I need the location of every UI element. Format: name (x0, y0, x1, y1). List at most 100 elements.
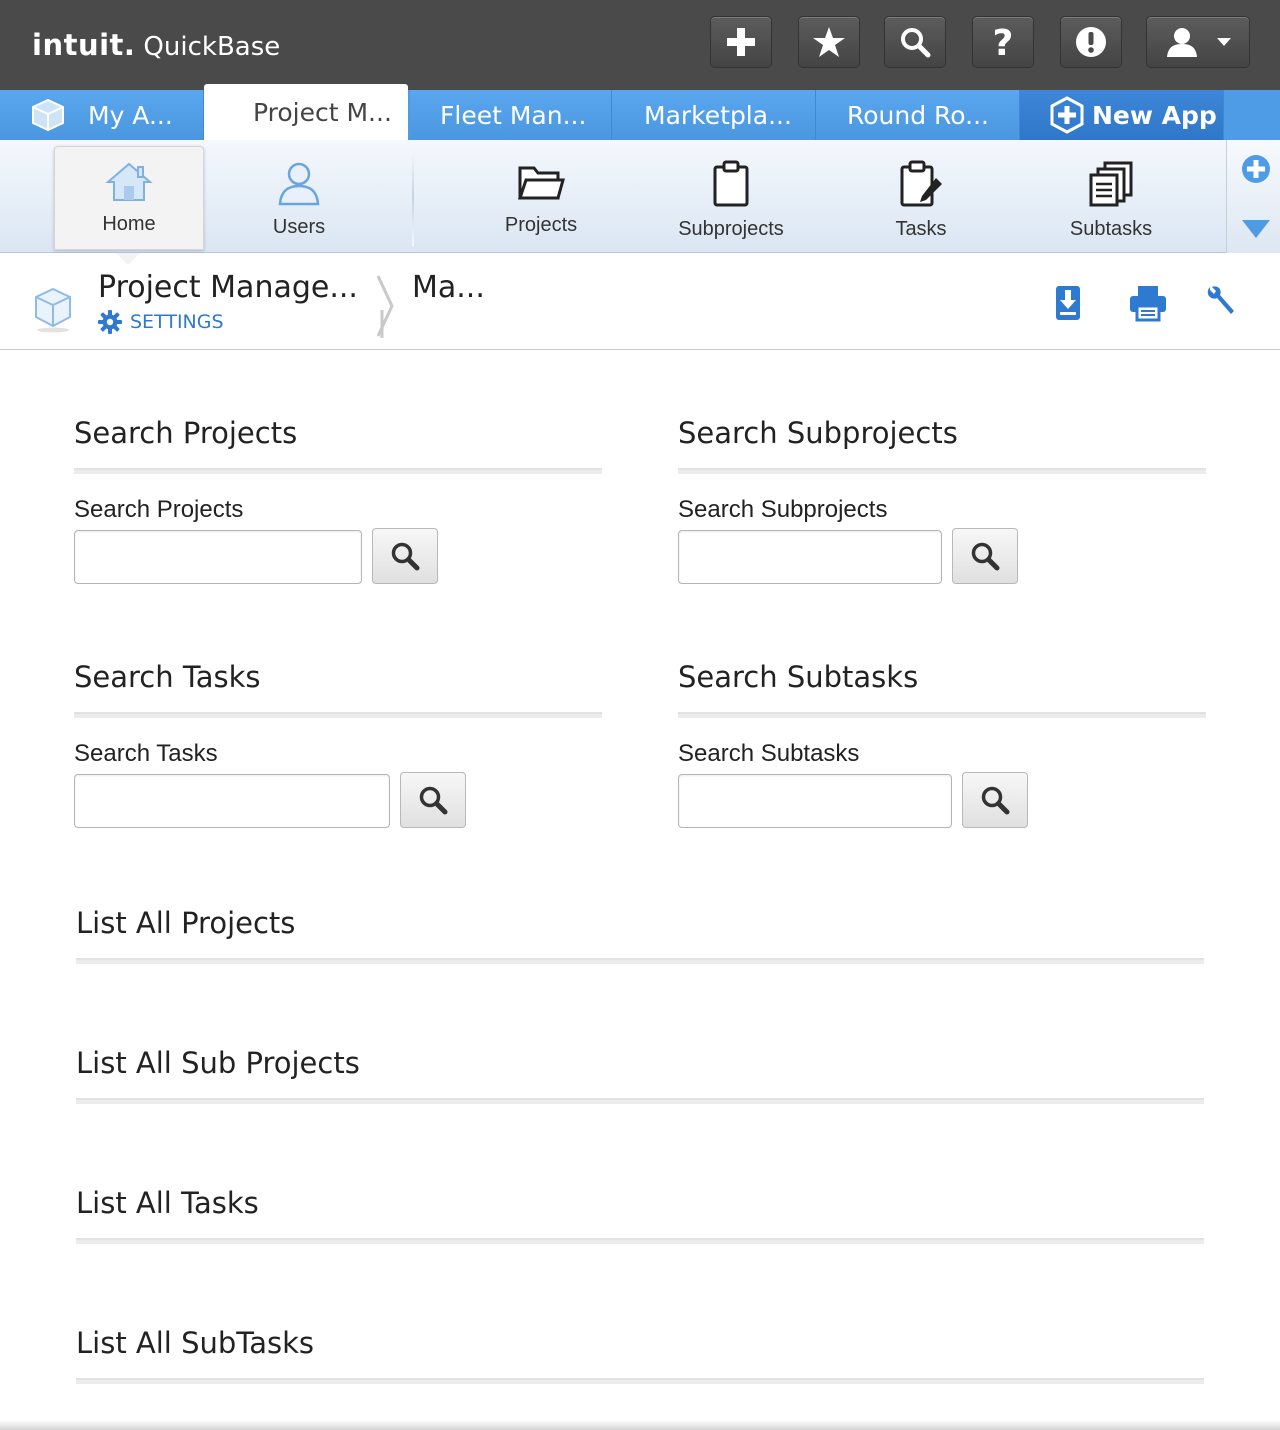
alerts-button[interactable] (1060, 16, 1122, 68)
tab-project-management[interactable]: Project M... (204, 84, 408, 140)
section-divider (678, 468, 1206, 474)
search-button[interactable] (884, 16, 946, 68)
more-tables-icon[interactable] (1242, 220, 1270, 238)
search-subprojects-label: Search Subprojects (678, 496, 888, 523)
gear-icon (98, 310, 122, 334)
search-subtasks-input[interactable] (678, 774, 952, 828)
search-subtasks-section: Search Subtasks Search Subtasks (678, 660, 1206, 828)
caret-down-icon (1217, 38, 1231, 46)
nav-tasks[interactable]: Tasks (846, 140, 996, 252)
tab-marketplace[interactable]: Marketpla... (612, 90, 816, 140)
search-subtasks-button[interactable] (962, 772, 1028, 828)
section-divider (76, 1098, 1204, 1104)
list-tasks-section[interactable]: List All Tasks (76, 1186, 1204, 1244)
search-projects-label: Search Projects (74, 496, 244, 523)
section-title: Search Projects (74, 416, 298, 450)
quickbase-logo[interactable]: intuit. QuickBase (32, 28, 280, 62)
documents-icon (1089, 161, 1133, 207)
help-button[interactable]: ? (972, 16, 1034, 68)
section-divider (76, 958, 1204, 964)
list-subtasks-title[interactable]: List All SubTasks (76, 1326, 1204, 1360)
search-tasks-label: Search Tasks (74, 740, 218, 767)
list-subprojects-section[interactable]: List All Sub Projects (76, 1046, 1204, 1104)
plus-icon (727, 28, 755, 56)
tab-label: Marketpla... (644, 100, 792, 130)
search-subprojects-section: Search Subprojects Search Subprojects (678, 416, 1206, 584)
search-subprojects-button[interactable] (952, 528, 1018, 584)
help-icon: ? (993, 24, 1014, 60)
new-app-button[interactable]: New App (1020, 90, 1224, 140)
nav-side-controls (1226, 140, 1280, 253)
tab-round-robin[interactable]: Round Ro... (816, 90, 1020, 140)
new-app-label: New App (1092, 100, 1217, 130)
nav-users[interactable]: Users (224, 140, 374, 252)
clipboard-icon (713, 160, 749, 207)
create-button[interactable] (710, 16, 772, 68)
nav-subprojects[interactable]: Subprojects (656, 140, 806, 252)
search-icon (901, 28, 931, 58)
list-subprojects-title[interactable]: List All Sub Projects (76, 1046, 1204, 1080)
search-icon (971, 542, 1000, 571)
star-icon (813, 27, 845, 57)
search-subprojects-input[interactable] (678, 530, 942, 584)
table-nav: Home Users Projects Subprojects Tasks Su… (0, 140, 1280, 253)
search-projects-input[interactable] (74, 530, 362, 584)
list-projects-title[interactable]: List All Projects (76, 906, 1204, 940)
section-divider (74, 712, 602, 718)
favorites-button[interactable] (798, 16, 860, 68)
wrench-icon[interactable] (1204, 284, 1236, 318)
app-cube-icon (35, 287, 71, 333)
folder-icon (517, 166, 565, 200)
list-tasks-title[interactable]: List All Tasks (76, 1186, 1204, 1220)
list-projects-section[interactable]: List All Projects (76, 906, 1204, 964)
new-app-icon (1050, 96, 1084, 134)
nav-label: Subtasks (1069, 218, 1153, 240)
tab-fleet-management[interactable]: Fleet Man... (410, 90, 612, 140)
top-bar: intuit. QuickBase ? (0, 0, 1280, 90)
nav-home[interactable]: Home (54, 146, 204, 250)
search-tasks-input[interactable] (74, 774, 390, 828)
user-icon (278, 162, 320, 206)
search-projects-button[interactable] (372, 528, 438, 584)
home-icon (105, 162, 153, 201)
user-menu-button[interactable] (1146, 16, 1250, 68)
tab-label: Round Ro... (847, 100, 989, 130)
page-header: Project Manage... SETTINGS Ma... (0, 254, 1280, 350)
section-divider (678, 712, 1206, 718)
search-icon (981, 786, 1010, 815)
download-icon[interactable] (1054, 284, 1082, 322)
app-title[interactable]: Project Manage... (98, 270, 358, 305)
section-divider (74, 468, 602, 474)
search-icon (391, 542, 420, 571)
nav-label: Projects (504, 214, 578, 236)
tab-my-apps[interactable]: My A... (0, 90, 204, 140)
search-tasks-button[interactable] (400, 772, 466, 828)
search-icon (419, 786, 448, 815)
section-title: Search Subtasks (678, 660, 919, 694)
search-projects-section: Search Projects Search Projects (74, 416, 602, 584)
brand-product: QuickBase (143, 32, 281, 62)
tab-label: My A... (88, 100, 173, 130)
svg-text:?: ? (993, 24, 1014, 60)
search-subtasks-label: Search Subtasks (678, 740, 860, 767)
brand-intuit: intuit. (32, 28, 136, 62)
nav-label: Tasks (895, 218, 947, 240)
search-tasks-section: Search Tasks Search Tasks (74, 660, 602, 828)
breadcrumb[interactable]: Ma... (412, 270, 485, 305)
nav-subtasks[interactable]: Subtasks (1036, 140, 1186, 252)
list-subtasks-section[interactable]: List All SubTasks (76, 1326, 1204, 1384)
section-divider (76, 1238, 1204, 1244)
nav-label: Users (272, 216, 326, 238)
breadcrumb-separator-icon (376, 275, 394, 338)
alert-icon (1076, 27, 1106, 57)
nav-projects[interactable]: Projects (466, 140, 616, 252)
page-bottom-edge (0, 1420, 1280, 1430)
nav-divider (412, 150, 414, 246)
tab-label: Project M... (253, 97, 392, 127)
nav-label: Home (102, 213, 156, 235)
section-title: Search Subprojects (678, 416, 958, 450)
print-icon[interactable] (1128, 284, 1168, 322)
add-table-icon[interactable] (1241, 154, 1271, 184)
settings-link[interactable]: SETTINGS (98, 310, 224, 334)
clipboard-pencil-icon (900, 160, 942, 207)
